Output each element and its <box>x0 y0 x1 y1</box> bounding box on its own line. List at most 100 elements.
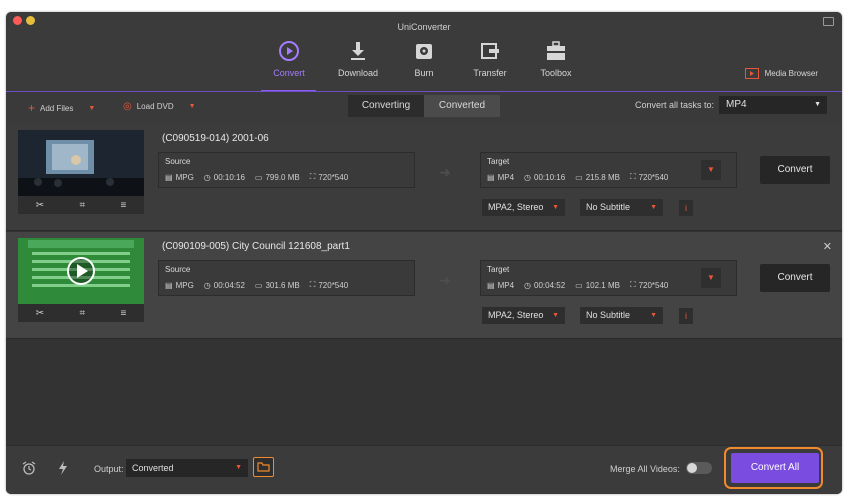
convert-all-format-select[interactable]: MP4 ▼ <box>719 96 827 114</box>
output-folder-value: Converted <box>132 463 174 473</box>
target-duration: 00:10:16 <box>534 172 566 182</box>
add-files-button[interactable]: + Add Files ▼ <box>28 101 95 115</box>
media-browser-label: Media Browser <box>764 69 818 78</box>
chevron-down-icon[interactable]: ▼ <box>189 103 196 110</box>
target-info-box[interactable]: Target ▤ MP4 ◷ 00:04:52 ▭ 102.1 MB ⛶ 720*540 <box>480 260 737 296</box>
source-info-box: Source ▤ MPG ◷ 00:10:16 ▭ 799.0 MB ⛶ 720*540 <box>158 152 415 188</box>
file-title: (C090519-014) 2001-06 <box>162 133 269 144</box>
source-size: 799.0 MB <box>265 172 300 182</box>
convert-button[interactable]: Convert <box>760 156 830 184</box>
tab-burn[interactable]: Burn <box>396 40 452 78</box>
info-button[interactable]: i <box>679 308 693 324</box>
clock-icon: ◷ <box>203 172 211 182</box>
folder-icon: ▭ <box>254 280 263 290</box>
resolution-icon: ⛶ <box>629 172 636 181</box>
target-format: MP4 <box>497 280 515 290</box>
source-label: Source <box>165 157 191 166</box>
target-label: Target <box>487 157 510 166</box>
audio-track-select[interactable]: MPA2, Stereo ▼ <box>482 199 565 216</box>
video-preview-image <box>18 130 144 196</box>
subtitle-value: No Subtitle <box>586 310 631 320</box>
toolbox-icon <box>547 41 565 60</box>
chevron-down-icon: ▼ <box>552 204 559 211</box>
chevron-down-icon: ▼ <box>650 312 657 319</box>
output-folder-select[interactable]: Converted ▼ <box>126 459 248 477</box>
tab-converted[interactable]: Converted <box>424 95 500 117</box>
subtitle-value: No Subtitle <box>586 202 631 212</box>
target-info-box[interactable]: Target ▤ MP4 ◷ 00:10:16 ▭ 215.8 MB ⛶ 720*540 <box>480 152 737 188</box>
subtitle-select[interactable]: No Subtitle ▼ <box>580 199 663 216</box>
clock-icon: ◷ <box>524 172 531 182</box>
trim-icon[interactable]: ✂ <box>36 308 44 319</box>
target-size: 215.8 MB <box>585 172 620 182</box>
source-label: Source <box>165 265 191 274</box>
convert-button[interactable]: Convert <box>760 264 830 292</box>
chevron-down-icon: ▼ <box>235 464 242 471</box>
tab-transfer[interactable]: Transfer <box>462 40 518 78</box>
folder-icon: ▭ <box>575 280 583 290</box>
target-label: Target <box>487 265 510 274</box>
thumbnail-tools: ✂ ⌗ ≡ <box>18 196 144 214</box>
target-format-dropdown[interactable]: ▼ <box>701 160 721 180</box>
film-icon: ▤ <box>487 172 495 182</box>
convert-all-button[interactable]: Convert All <box>731 453 819 483</box>
convert-icon <box>279 41 299 61</box>
resolution-icon: ⛶ <box>629 280 636 289</box>
tab-convert[interactable]: Convert <box>261 40 317 78</box>
file-list: ✂ ⌗ ≡ (C090519-014) 2001-06 Source ▤ MPG … <box>6 124 842 445</box>
source-resolution: 720*540 <box>318 280 349 290</box>
add-files-label: Add Files <box>40 103 74 113</box>
target-format-dropdown[interactable]: ▼ <box>701 268 721 288</box>
open-folder-button[interactable] <box>253 457 274 477</box>
chevron-down-icon[interactable]: ▼ <box>88 105 95 112</box>
audio-track-select[interactable]: MPA2, Stereo ▼ <box>482 307 565 324</box>
arrow-right-icon: ➜ <box>439 164 451 180</box>
source-duration: 00:04:52 <box>213 280 245 290</box>
tab-download[interactable]: Download <box>330 40 386 78</box>
film-icon: ▤ <box>165 280 173 290</box>
effects-icon[interactable]: ≡ <box>120 308 126 319</box>
trim-icon[interactable]: ✂ <box>36 200 44 211</box>
source-duration: 00:10:16 <box>213 172 245 182</box>
source-meta: ▤ MPG ◷ 00:10:16 ▭ 799.0 MB ⛶ 720*540 <box>165 172 354 182</box>
source-info-box: Source ▤ MPG ◷ 00:04:52 ▭ 301.6 MB ⛶ 720*540 <box>158 260 415 296</box>
window-title: UniConverter <box>397 22 451 32</box>
lightning-icon[interactable] <box>58 461 68 475</box>
crop-icon[interactable]: ⌗ <box>79 308 85 319</box>
crop-icon[interactable]: ⌗ <box>79 200 85 211</box>
remove-file-icon[interactable]: ✕ <box>823 240 832 253</box>
chevron-down-icon: ▼ <box>814 101 821 108</box>
effects-icon[interactable]: ≡ <box>120 200 126 211</box>
resolution-icon: ⛶ <box>309 280 316 289</box>
merge-videos-label: Merge All Videos: <box>610 464 680 474</box>
media-browser-button[interactable]: Media Browser <box>744 68 818 79</box>
tab-convert-label: Convert <box>273 68 305 78</box>
subtitle-select[interactable]: No Subtitle ▼ <box>580 307 663 324</box>
arrow-right-icon: ➜ <box>439 272 451 288</box>
film-icon: ▤ <box>487 280 495 290</box>
tab-burn-label: Burn <box>414 68 434 78</box>
alarm-clock-icon[interactable] <box>22 461 36 475</box>
info-button[interactable]: i <box>679 200 693 216</box>
transfer-icon <box>481 43 499 59</box>
chat-icon[interactable] <box>823 17 834 26</box>
convert-all-format-value: MP4 <box>726 99 747 110</box>
burn-icon <box>416 44 432 59</box>
load-dvd-label: Load DVD <box>136 102 174 111</box>
file-title: (C090109-005) City Council 121608_part1 <box>162 241 350 252</box>
target-duration: 00:04:52 <box>534 280 566 290</box>
chevron-down-icon: ▼ <box>552 312 559 319</box>
source-format: MPG <box>175 280 194 290</box>
video-preview-image <box>18 238 144 304</box>
chevron-down-icon: ▼ <box>650 204 657 211</box>
merge-videos-toggle[interactable] <box>686 462 712 474</box>
folder-icon: ▭ <box>575 172 583 182</box>
tab-transfer-label: Transfer <box>473 68 507 78</box>
add-icon: + <box>28 101 36 115</box>
resolution-icon: ⛶ <box>309 172 316 181</box>
target-meta: ▤ MP4 ◷ 00:10:16 ▭ 215.8 MB ⛶ 720*540 <box>487 172 674 182</box>
app-window: UniConverter Convert Download Burn Trans… <box>6 12 842 494</box>
tab-toolbox[interactable]: Toolbox <box>528 40 584 78</box>
load-dvd-button[interactable]: ◎ Load DVD ▼ <box>123 101 196 112</box>
tab-converting[interactable]: Converting <box>348 95 424 117</box>
